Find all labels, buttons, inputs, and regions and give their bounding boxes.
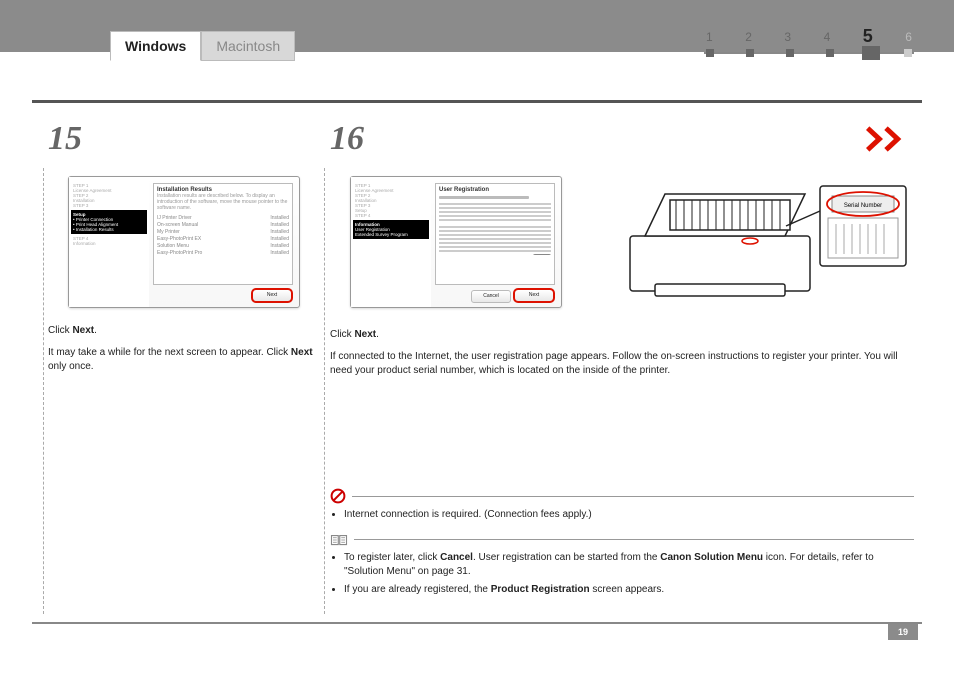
next-button[interactable]: Next bbox=[251, 288, 293, 303]
pager-step-3: 3 bbox=[784, 30, 791, 44]
prohibit-note-header bbox=[330, 488, 914, 504]
step15-caption-1: Click Next. bbox=[48, 324, 318, 338]
tab-macintosh[interactable]: Macintosh bbox=[201, 31, 295, 61]
note-register-later: To register later, click Cancel. User re… bbox=[344, 551, 914, 580]
pager-step-1: 1 bbox=[706, 30, 713, 44]
svg-text:Serial Number: Serial Number bbox=[844, 203, 882, 209]
os-tabs: Windows Macintosh bbox=[110, 31, 295, 61]
step-15: STEP 1 License Agreement STEP 2 Installa… bbox=[48, 176, 318, 382]
reference-bullets: To register later, click Cancel. User re… bbox=[330, 551, 914, 598]
pager-step-5: 5 bbox=[863, 30, 873, 44]
step-number-15: 15 bbox=[48, 120, 82, 158]
screenshot-install-results: STEP 1 License Agreement STEP 2 Installa… bbox=[68, 176, 300, 308]
pager-step-6: 6 bbox=[905, 30, 912, 44]
page-number: 19 bbox=[888, 624, 918, 640]
printer-illustration: Serial Number bbox=[610, 176, 900, 319]
divider-bottom bbox=[32, 622, 922, 624]
divider-step16 bbox=[324, 168, 325, 614]
step-16: STEP 1 License Agreement STEP 2 Installa… bbox=[330, 176, 914, 601]
note-internet: Internet connection is required. (Connec… bbox=[344, 508, 914, 523]
book-icon bbox=[330, 533, 348, 547]
prohibit-bullets: Internet connection is required. (Connec… bbox=[330, 508, 914, 523]
divider-top bbox=[32, 100, 922, 103]
cancel-button[interactable]: Cancel bbox=[471, 290, 511, 303]
step16-caption-1: Click Next. bbox=[330, 328, 914, 342]
note-already-registered: If you are already registered, the Produ… bbox=[344, 583, 914, 598]
pager-step-2: 2 bbox=[745, 30, 752, 44]
next-button[interactable]: Next bbox=[513, 288, 555, 303]
reference-note-header bbox=[330, 533, 914, 547]
tab-windows[interactable]: Windows bbox=[110, 31, 201, 61]
step16-caption-2: If connected to the Internet, the user r… bbox=[330, 350, 914, 378]
forward-chevrons-icon bbox=[866, 124, 916, 157]
step-pager: 1 2 3 4 5 6 bbox=[704, 30, 914, 60]
screenshot-user-registration: STEP 1 License Agreement STEP 2 Installa… bbox=[350, 176, 562, 308]
step-number-16: 16 bbox=[330, 120, 364, 158]
divider-step15 bbox=[43, 168, 44, 614]
pager-step-4: 4 bbox=[824, 30, 831, 44]
step15-caption-2: It may take a while for the next screen … bbox=[48, 346, 318, 374]
prohibit-icon bbox=[330, 488, 346, 504]
dialog-title: User Registration bbox=[439, 187, 551, 193]
